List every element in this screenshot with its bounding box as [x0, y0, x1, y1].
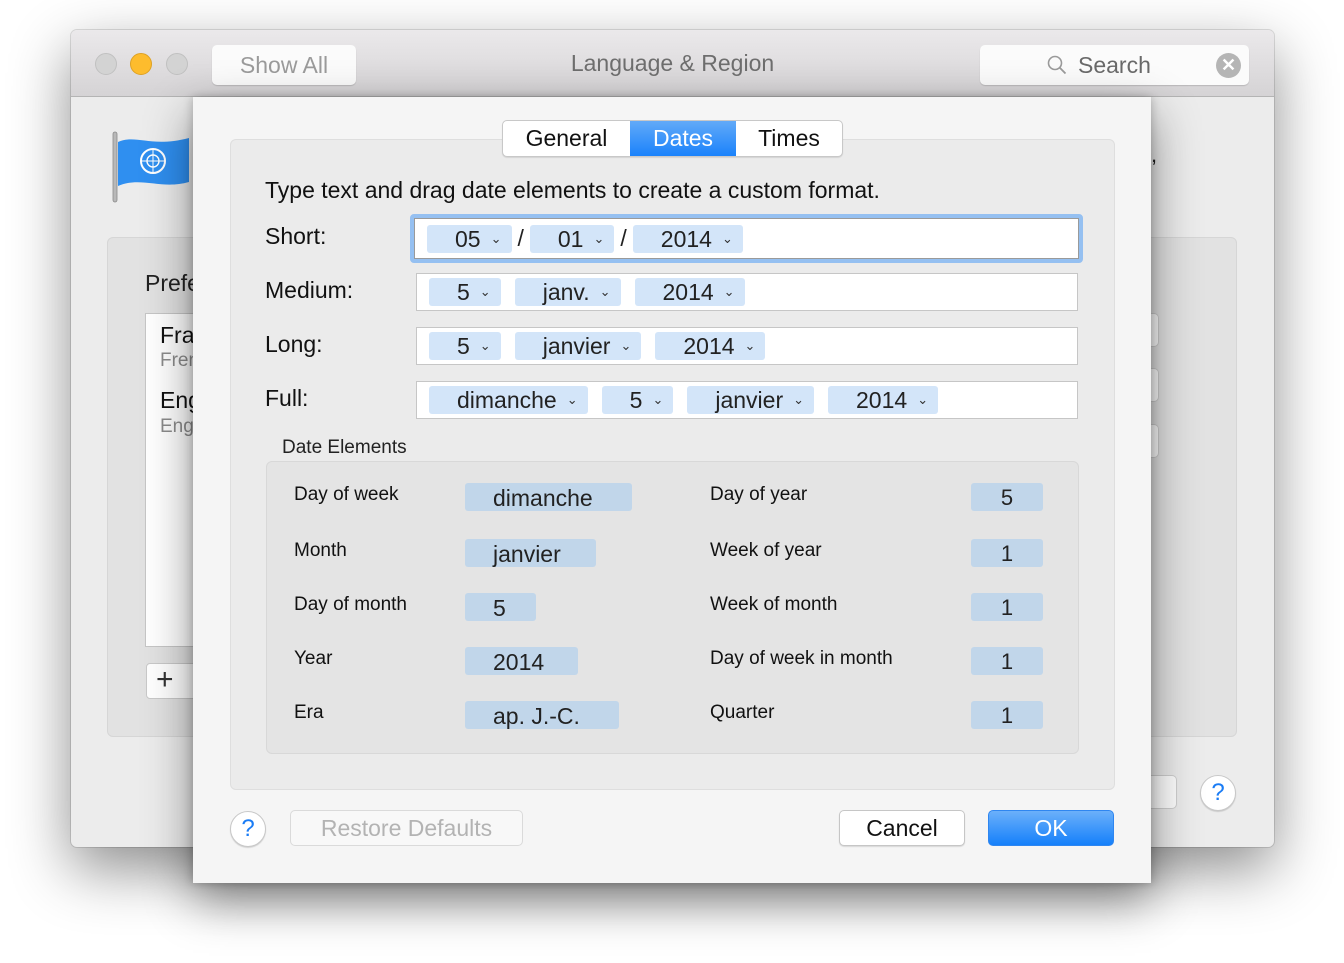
search-icon: [1047, 55, 1067, 75]
clear-search-icon[interactable]: ✕: [1216, 53, 1241, 78]
token-value: 2014: [683, 333, 735, 359]
date-token[interactable]: janv. ⌄: [514, 278, 621, 306]
token-value: 5: [629, 387, 643, 413]
element-label: Week of month: [710, 594, 838, 615]
full-format-field[interactable]: dimanche ⌄ 5 ⌄ janvier ⌄ 2014 ⌄: [416, 381, 1078, 419]
date-token[interactable]: 2014 ⌄: [655, 332, 766, 360]
help-button[interactable]: ?: [230, 811, 266, 847]
token-value: dimanche: [457, 387, 557, 413]
draggable-element[interactable]: janvier: [465, 539, 596, 567]
chevron-down-icon: ⌄: [479, 338, 491, 353]
title-bar: Show All Language & Region Search ✕: [71, 30, 1274, 97]
draggable-element[interactable]: ap. J.-C.: [465, 701, 619, 729]
date-token[interactable]: 05 ⌄: [427, 224, 512, 253]
draggable-element[interactable]: 1: [971, 701, 1043, 729]
full-format-label: Full:: [265, 385, 309, 411]
restore-defaults-button[interactable]: Restore Defaults: [290, 810, 523, 846]
date-token[interactable]: 5 ⌄: [429, 332, 501, 360]
chevron-down-icon: ⌄: [620, 338, 632, 353]
tab-control: General Dates Times: [502, 120, 843, 157]
date-elements-box: Day of week dimanche Month janvier Day o…: [266, 461, 1079, 754]
draggable-element[interactable]: 1: [971, 647, 1043, 675]
language-item-name[interactable]: Fra: [160, 322, 195, 349]
chevron-down-icon: ⌄: [599, 284, 611, 299]
chevron-down-icon: ⌄: [490, 230, 502, 246]
short-format-field[interactable]: 05 ⌄ / 01 ⌄ / 2014 ⌄: [410, 214, 1083, 263]
draggable-element[interactable]: 2014: [465, 647, 578, 675]
draggable-element[interactable]: 5: [971, 483, 1043, 511]
token-value: 2014: [856, 387, 908, 413]
token-value: janv.: [542, 279, 590, 305]
date-token[interactable]: janvier ⌄: [687, 386, 815, 414]
chevron-down-icon: ⌄: [593, 230, 605, 246]
element-label: Month: [294, 540, 347, 561]
token-value: janvier: [715, 387, 784, 413]
token-value: 05: [455, 225, 481, 252]
element-label: Day of month: [294, 594, 407, 615]
language-item-subtitle: Eng: [160, 416, 194, 437]
separator-text: /: [517, 225, 524, 251]
date-token[interactable]: 2014 ⌄: [632, 224, 743, 253]
token-value: janvier: [542, 333, 611, 359]
date-token[interactable]: 2014 ⌄: [828, 386, 939, 414]
background-advanced-button[interactable]: [1151, 775, 1177, 809]
background-description-text: ,: [1151, 142, 1158, 167]
date-elements-title: Date Elements: [282, 437, 407, 458]
element-label: Era: [294, 702, 324, 723]
short-format-label: Short:: [265, 223, 327, 249]
token-value: 2014: [662, 279, 714, 305]
instructions-text: Type text and drag date elements to crea…: [265, 177, 880, 203]
separator-text: /: [620, 225, 627, 251]
chevron-down-icon: ⌄: [721, 230, 733, 246]
search-field[interactable]: Search ✕: [980, 45, 1249, 85]
medium-format-field[interactable]: 5 ⌄ janv. ⌄ 2014 ⌄: [416, 273, 1078, 311]
draggable-element[interactable]: dimanche: [465, 483, 632, 511]
background-help-button[interactable]: ?: [1200, 775, 1236, 811]
tab-times[interactable]: Times: [736, 121, 842, 156]
token-value: 01: [557, 225, 584, 252]
chevron-down-icon: ⌄: [566, 392, 578, 407]
tab-general[interactable]: General: [503, 121, 630, 156]
preferred-languages-label: Prefe: [145, 270, 200, 296]
element-label: Day of week: [294, 484, 399, 505]
draggable-element[interactable]: 1: [971, 539, 1043, 567]
chevron-down-icon: ⌄: [744, 338, 756, 353]
element-label: Day of year: [710, 484, 808, 505]
draggable-element[interactable]: 1: [971, 593, 1043, 621]
date-token[interactable]: 2014 ⌄: [634, 278, 745, 306]
chevron-down-icon: ⌄: [723, 284, 735, 299]
chevron-down-icon: ⌄: [917, 392, 929, 407]
chevron-down-icon: ⌄: [479, 284, 491, 299]
date-token[interactable]: 5 ⌄: [601, 386, 674, 414]
draggable-element[interactable]: 5: [465, 593, 536, 621]
element-label: Day of week in month: [710, 648, 893, 669]
search-placeholder: Search: [1078, 52, 1151, 78]
date-token[interactable]: dimanche ⌄: [429, 386, 588, 414]
date-token[interactable]: janvier ⌄: [514, 332, 642, 360]
date-format-sheet: General Dates Times Type text and drag d…: [193, 97, 1151, 883]
long-format-field[interactable]: 5 ⌄ janvier ⌄ 2014 ⌄: [416, 327, 1078, 365]
element-label: Week of year: [710, 540, 822, 561]
date-token[interactable]: 01 ⌄: [529, 224, 615, 253]
cancel-button[interactable]: Cancel: [839, 810, 965, 846]
token-value: 5: [457, 279, 470, 305]
token-value: 5: [457, 333, 470, 359]
chevron-down-icon: ⌄: [793, 392, 805, 407]
element-label: Quarter: [710, 702, 775, 723]
tab-dates[interactable]: Dates: [630, 121, 736, 156]
ok-button[interactable]: OK: [988, 810, 1114, 846]
chevron-down-icon: ⌄: [652, 392, 664, 407]
un-flag-icon: [112, 131, 189, 203]
long-format-label: Long:: [265, 331, 323, 357]
element-label: Year: [294, 648, 333, 669]
date-token[interactable]: 5 ⌄: [429, 278, 501, 306]
token-value: 2014: [660, 225, 712, 252]
medium-format-label: Medium:: [265, 277, 354, 303]
